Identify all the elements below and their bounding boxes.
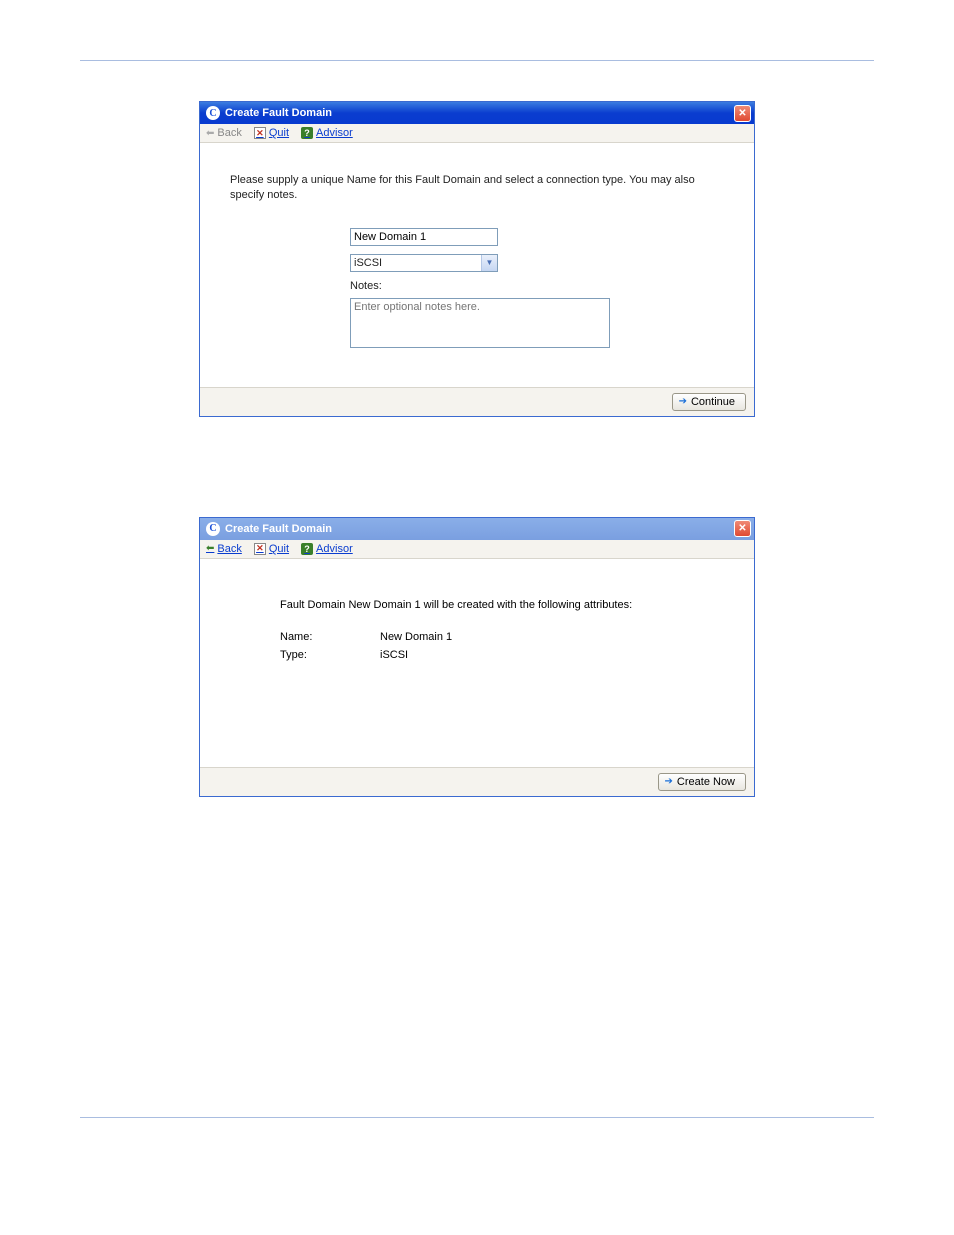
titlebar: C Create Fault Domain ✕ bbox=[200, 102, 754, 124]
type-value: iSCSI bbox=[380, 649, 408, 661]
help-icon: ? bbox=[301, 543, 313, 555]
close-icon[interactable]: ✕ bbox=[734, 520, 751, 537]
close-square-icon: ✕ bbox=[254, 127, 266, 139]
type-label: Type: bbox=[230, 257, 350, 269]
name-input[interactable] bbox=[350, 228, 498, 246]
help-icon: ? bbox=[301, 127, 313, 139]
confirmation-text: Fault Domain New Domain 1 will be create… bbox=[280, 599, 674, 611]
arrow-left-icon: ⬅ bbox=[206, 128, 214, 139]
type-select[interactable]: iSCSI ▼ bbox=[350, 254, 498, 272]
advisor-label: Advisor bbox=[316, 127, 353, 139]
type-value: iSCSI bbox=[354, 257, 382, 269]
advisor-button[interactable]: ? Advisor bbox=[301, 543, 353, 555]
quit-button[interactable]: ✕ Quit bbox=[254, 543, 289, 555]
dialog-footer: ➔ Continue bbox=[200, 387, 754, 416]
create-fault-domain-dialog-step2: C Create Fault Domain ✕ ⬅ Back ✕ Quit ? … bbox=[199, 517, 755, 797]
chevron-down-icon: ▼ bbox=[481, 255, 497, 271]
continue-button[interactable]: ➔ Continue bbox=[672, 393, 746, 411]
titlebar: C Create Fault Domain ✕ bbox=[200, 518, 754, 540]
close-icon[interactable]: ✕ bbox=[734, 105, 751, 122]
back-button[interactable]: ⬅ Back bbox=[206, 543, 242, 555]
app-icon: C bbox=[206, 522, 220, 536]
window-title: Create Fault Domain bbox=[225, 107, 332, 119]
arrow-right-icon: ➔ bbox=[665, 776, 673, 787]
advisor-label: Advisor bbox=[316, 543, 353, 555]
close-square-icon: ✕ bbox=[254, 543, 266, 555]
bottom-divider bbox=[80, 1117, 874, 1118]
back-label: Back bbox=[217, 543, 241, 555]
continue-label: Continue bbox=[691, 396, 735, 408]
arrow-left-icon: ⬅ bbox=[206, 543, 214, 554]
name-value: New Domain 1 bbox=[380, 631, 452, 643]
top-divider bbox=[80, 60, 874, 61]
advisor-button[interactable]: ? Advisor bbox=[301, 127, 353, 139]
notes-label: Notes: bbox=[230, 280, 350, 292]
quit-button[interactable]: ✕ Quit bbox=[254, 127, 289, 139]
type-label: Type: bbox=[280, 649, 380, 661]
toolbar: ⬅ Back ✕ Quit ? Advisor bbox=[200, 124, 754, 143]
back-label: Back bbox=[217, 127, 241, 139]
instruction-text: Please supply a unique Name for this Fau… bbox=[230, 173, 724, 204]
window-title: Create Fault Domain bbox=[225, 523, 332, 535]
create-now-label: Create Now bbox=[677, 776, 735, 788]
create-now-button[interactable]: ➔ Create Now bbox=[658, 773, 746, 791]
back-button: ⬅ Back bbox=[206, 127, 242, 139]
name-label: Name: bbox=[280, 631, 380, 643]
create-fault-domain-dialog-step1: C Create Fault Domain ✕ ⬅ Back ✕ Quit ? … bbox=[199, 101, 755, 417]
quit-label: Quit bbox=[269, 127, 289, 139]
toolbar: ⬅ Back ✕ Quit ? Advisor bbox=[200, 540, 754, 559]
notes-textarea[interactable] bbox=[350, 298, 610, 348]
app-icon: C bbox=[206, 106, 220, 120]
arrow-right-icon: ➔ bbox=[679, 396, 687, 407]
quit-label: Quit bbox=[269, 543, 289, 555]
dialog-footer: ➔ Create Now bbox=[200, 767, 754, 796]
name-label: Name: bbox=[230, 231, 350, 243]
